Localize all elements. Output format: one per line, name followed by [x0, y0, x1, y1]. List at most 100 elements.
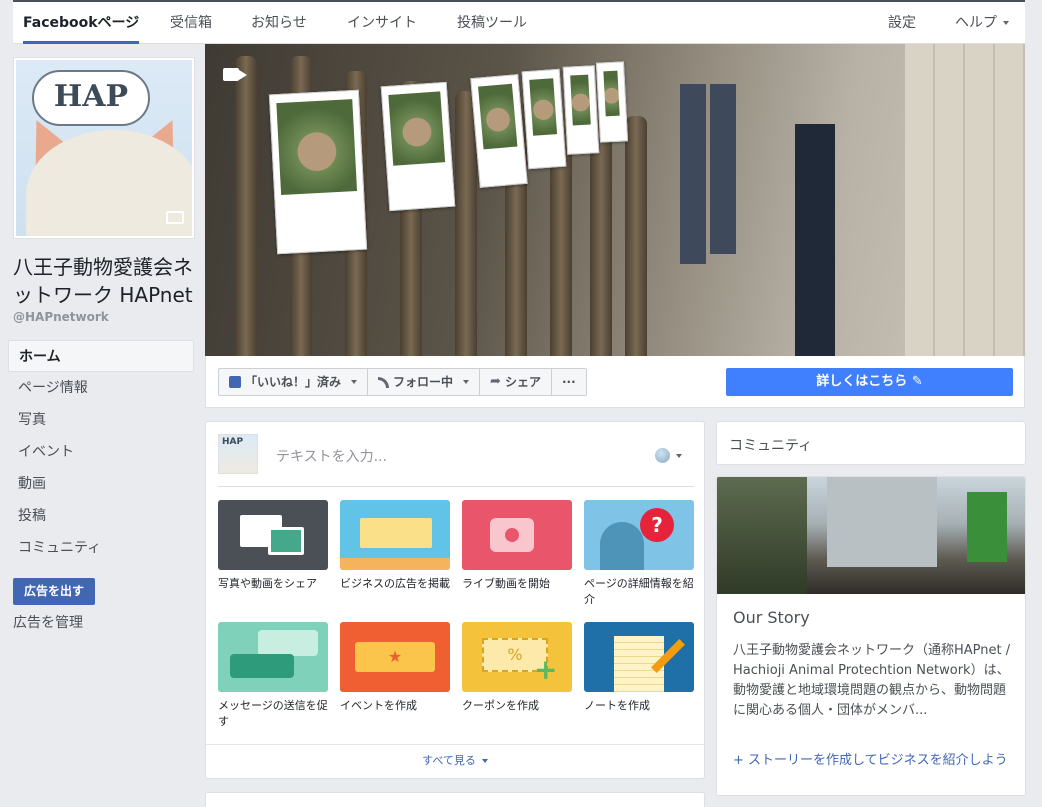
learn-more-button[interactable]: 詳しくはこちら ✎	[726, 368, 1013, 396]
promote-button[interactable]: 広告を出す	[13, 578, 95, 605]
chevron-down-icon	[676, 453, 682, 458]
tab-facebook-page[interactable]: Facebookページ	[23, 2, 140, 44]
kitten-photo	[388, 91, 446, 167]
cover-pavement	[905, 44, 1025, 356]
tab-publishing-tools[interactable]: 投稿ツール	[457, 2, 527, 44]
nav-item-videos[interactable]: 動画	[8, 468, 194, 500]
chevron-down-icon	[351, 380, 358, 384]
liked-button[interactable]: 「いいね！」済み	[219, 369, 369, 395]
ticket-icon: ★	[340, 622, 450, 692]
audience-selector[interactable]	[655, 448, 682, 463]
camera-icon[interactable]	[166, 211, 184, 224]
page-title: 八王子動物愛護会ネットワーク HAPnet	[13, 255, 193, 307]
community-card[interactable]: コミュニティ	[716, 421, 1026, 465]
page-action-buttons: 「いいね！」済み フォロー中 ➦ シェア ···	[218, 368, 587, 396]
live-video-icon	[462, 500, 572, 570]
tile-label: メッセージの送信を促す	[218, 699, 328, 728]
chevron-down-icon	[463, 380, 470, 384]
star-icon: ★	[355, 642, 435, 672]
pencil-icon: ✎	[911, 374, 923, 389]
share-button[interactable]: ➦ シェア	[480, 369, 552, 395]
tile-create-event[interactable]: ★ イベントを作成	[340, 622, 450, 714]
share-label: シェア	[504, 375, 541, 389]
person-legs	[710, 84, 736, 254]
story-photo	[717, 477, 1025, 594]
create-story-link[interactable]: + ストーリーを作成してビジネスを紹介しよう	[733, 751, 1017, 771]
composer-input[interactable]: テキストを入力...	[276, 446, 387, 466]
globe-icon	[655, 448, 670, 463]
nav-item-about[interactable]: ページ情報	[8, 372, 194, 404]
tab-insights[interactable]: インサイト	[347, 2, 417, 44]
tile-label: ライブ動画を開始	[462, 577, 550, 590]
kitten-poster	[521, 68, 567, 170]
page-handle[interactable]: @HAPnetwork	[13, 310, 109, 324]
coupon-icon: % +	[462, 622, 572, 692]
tile-create-coupon[interactable]: % + クーポンを作成	[462, 622, 572, 714]
cover-photo[interactable]	[205, 44, 1025, 356]
post-composer: HAP テキストを入力... 写真や動画をシェア ビジネスの広告を掲載 ライブ動…	[205, 421, 705, 779]
note-icon	[584, 622, 694, 692]
tab-notifications[interactable]: お知らせ	[251, 2, 307, 44]
our-story-card[interactable]: Our Story 八王子動物愛護会ネットワーク（通称HAPnet / Hach…	[716, 476, 1026, 796]
avatar-text: HAP	[222, 437, 244, 447]
tile-label: 写真や動画をシェア	[218, 577, 317, 590]
tile-business-ad[interactable]: ビジネスの広告を掲載	[340, 500, 450, 592]
fence-post	[455, 91, 477, 356]
person-legs	[795, 124, 835, 356]
kitten-photo	[529, 78, 558, 136]
tile-label: ノートを作成	[584, 699, 650, 712]
nav-item-home[interactable]: ホーム	[8, 340, 194, 372]
see-all-link[interactable]: すべて見る	[206, 752, 704, 768]
tree	[717, 477, 807, 594]
tile-label: イベントを作成	[340, 699, 417, 712]
more-button[interactable]: ···	[552, 369, 586, 395]
page-tab-bar: Facebookページ 受信箱 お知らせ インサイト 投稿ツール 設定 ヘルプ	[13, 0, 1025, 44]
thumbs-up-icon	[229, 376, 241, 388]
composer-divider	[218, 486, 694, 487]
next-card	[205, 792, 705, 807]
tile-send-message[interactable]: メッセージの送信を促す	[218, 622, 328, 730]
tile-label: クーポンを作成	[462, 699, 539, 712]
tile-go-live[interactable]: ライブ動画を開始	[462, 500, 572, 592]
tile-label: ビジネスの広告を掲載	[340, 577, 450, 590]
banner	[967, 492, 1007, 562]
chat-bubble	[230, 654, 294, 678]
help-label: ヘルプ	[955, 15, 997, 31]
tab-settings[interactable]: 設定	[888, 2, 916, 44]
nav-item-photos[interactable]: 写真	[8, 404, 194, 436]
plus-icon: +	[534, 653, 558, 686]
following-button[interactable]: フォロー中	[368, 369, 481, 395]
eye-icon	[505, 528, 519, 542]
video-camera-icon	[223, 68, 239, 81]
divider	[206, 744, 704, 745]
rss-icon	[378, 376, 390, 388]
profile-picture[interactable]: HAP	[13, 57, 195, 239]
billboard	[360, 518, 432, 548]
tile-create-note[interactable]: ノートを作成	[584, 622, 694, 714]
kitten-photo	[570, 74, 591, 126]
story-body: 八王子動物愛護会ネットワーク（通称HAPnet / Hachioji Anima…	[733, 643, 1011, 718]
kitten-poster	[268, 89, 368, 255]
community-title: コミュニティ	[729, 438, 813, 454]
following-label: フォロー中	[393, 375, 454, 389]
page-nav: ホーム ページ情報 写真 イベント 動画 投稿 コミュニティ	[8, 340, 194, 564]
nav-item-events[interactable]: イベント	[8, 436, 194, 468]
chevron-down-icon	[481, 759, 488, 763]
building	[827, 477, 937, 567]
help-menu[interactable]: ヘルプ	[955, 2, 1009, 44]
page-action-bar: 「いいね！」済み フォロー中 ➦ シェア ··· 詳しくはこちら ✎	[205, 356, 1025, 408]
tile-page-info[interactable]: ? ページの詳細情報を紹介	[584, 500, 694, 608]
profile-picture-art: HAP	[16, 60, 192, 236]
tab-inbox[interactable]: 受信箱	[170, 2, 212, 44]
chevron-down-icon	[1003, 21, 1009, 25]
fence-post	[235, 56, 257, 356]
tile-label: ページの詳細情報を紹介	[584, 577, 694, 606]
person-legs	[680, 84, 706, 264]
photo-video-icon	[218, 500, 328, 570]
info-icon: ?	[584, 500, 694, 570]
nav-item-posts[interactable]: 投稿	[8, 500, 194, 532]
ground-strip	[340, 558, 450, 570]
tile-share-photo-video[interactable]: 写真や動画をシェア	[218, 500, 328, 592]
nav-item-community[interactable]: コミュニティ	[8, 532, 194, 564]
manage-ads-link[interactable]: 広告を管理	[13, 612, 83, 632]
